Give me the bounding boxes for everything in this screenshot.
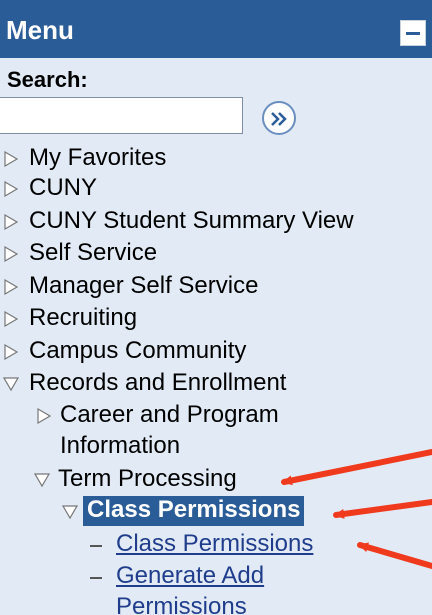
menu-item-label: CUNY Student Summary View (29, 207, 354, 234)
menu-item-career-and-program-information[interactable]: Career and Program Information (28, 401, 432, 463)
menu-item-campus-community[interactable]: Campus Community (0, 337, 432, 367)
menu-item-manager-self-service[interactable]: Manager Self Service (0, 272, 432, 302)
menu-item-label-continued: Information (60, 432, 181, 459)
search-input[interactable] (0, 97, 243, 134)
dash-icon (90, 545, 102, 547)
minus-icon (406, 32, 420, 35)
menu-item-label: Records and Enrollment (29, 369, 287, 396)
menu-item-term-processing[interactable]: Term Processing (28, 465, 432, 495)
menu-item-label: Self Service (29, 239, 158, 266)
menu-item-class-permissions-folder[interactable]: Class Permissions (56, 496, 432, 527)
search-go-button[interactable] (262, 101, 296, 135)
menu-header: Menu (0, 0, 432, 58)
link-class-permissions[interactable]: Class Permissions (86, 530, 432, 560)
link-label: Generate Add (116, 562, 265, 589)
collapse-menu-button[interactable] (400, 20, 426, 46)
menu-item-label: Term Processing (58, 465, 237, 492)
expanded-triangle-icon (62, 505, 78, 520)
menu-item-recruiting[interactable]: Recruiting (0, 304, 432, 334)
link-label: Class Permissions (116, 530, 314, 557)
link-label-continued: Permissions (116, 593, 247, 615)
menu-title: Menu (6, 15, 74, 45)
menu-item-label: Campus Community (29, 337, 247, 364)
menu-panel: Menu Search: My Favorites CUNY CUNY Stud… (0, 0, 432, 615)
collapsed-triangle-icon (4, 311, 19, 327)
menu-item-label: Recruiting (29, 304, 138, 331)
search-label: Search: (7, 67, 88, 92)
link-generate-add-permissions[interactable]: Generate Add Permissions (86, 562, 432, 615)
menu-item-label: CUNY (29, 174, 98, 201)
expanded-triangle-icon (3, 377, 19, 392)
collapsed-triangle-icon (4, 279, 19, 295)
expanded-triangle-icon (34, 473, 50, 488)
collapsed-triangle-icon (4, 344, 19, 360)
collapsed-triangle-icon (4, 151, 19, 167)
selected-menu-item-label: Class Permissions (83, 496, 305, 526)
collapsed-triangle-icon (4, 214, 19, 230)
double-chevron-right-icon (271, 112, 287, 126)
menu-item-label: Career and Program (60, 401, 279, 428)
menu-item-label: My Favorites (29, 144, 167, 171)
menu-item-cuny[interactable]: CUNY (0, 174, 432, 204)
collapsed-triangle-icon (37, 408, 52, 424)
menu-item-self-service[interactable]: Self Service (0, 239, 432, 269)
collapsed-triangle-icon (4, 246, 19, 262)
menu-item-my-favorites[interactable]: My Favorites (0, 144, 432, 174)
menu-item-cuny-student-summary-view[interactable]: CUNY Student Summary View (0, 207, 432, 237)
dash-icon (90, 577, 102, 579)
menu-item-label: Manager Self Service (29, 272, 259, 299)
menu-item-records-and-enrollment[interactable]: Records and Enrollment (0, 369, 432, 399)
collapsed-triangle-icon (4, 181, 19, 197)
